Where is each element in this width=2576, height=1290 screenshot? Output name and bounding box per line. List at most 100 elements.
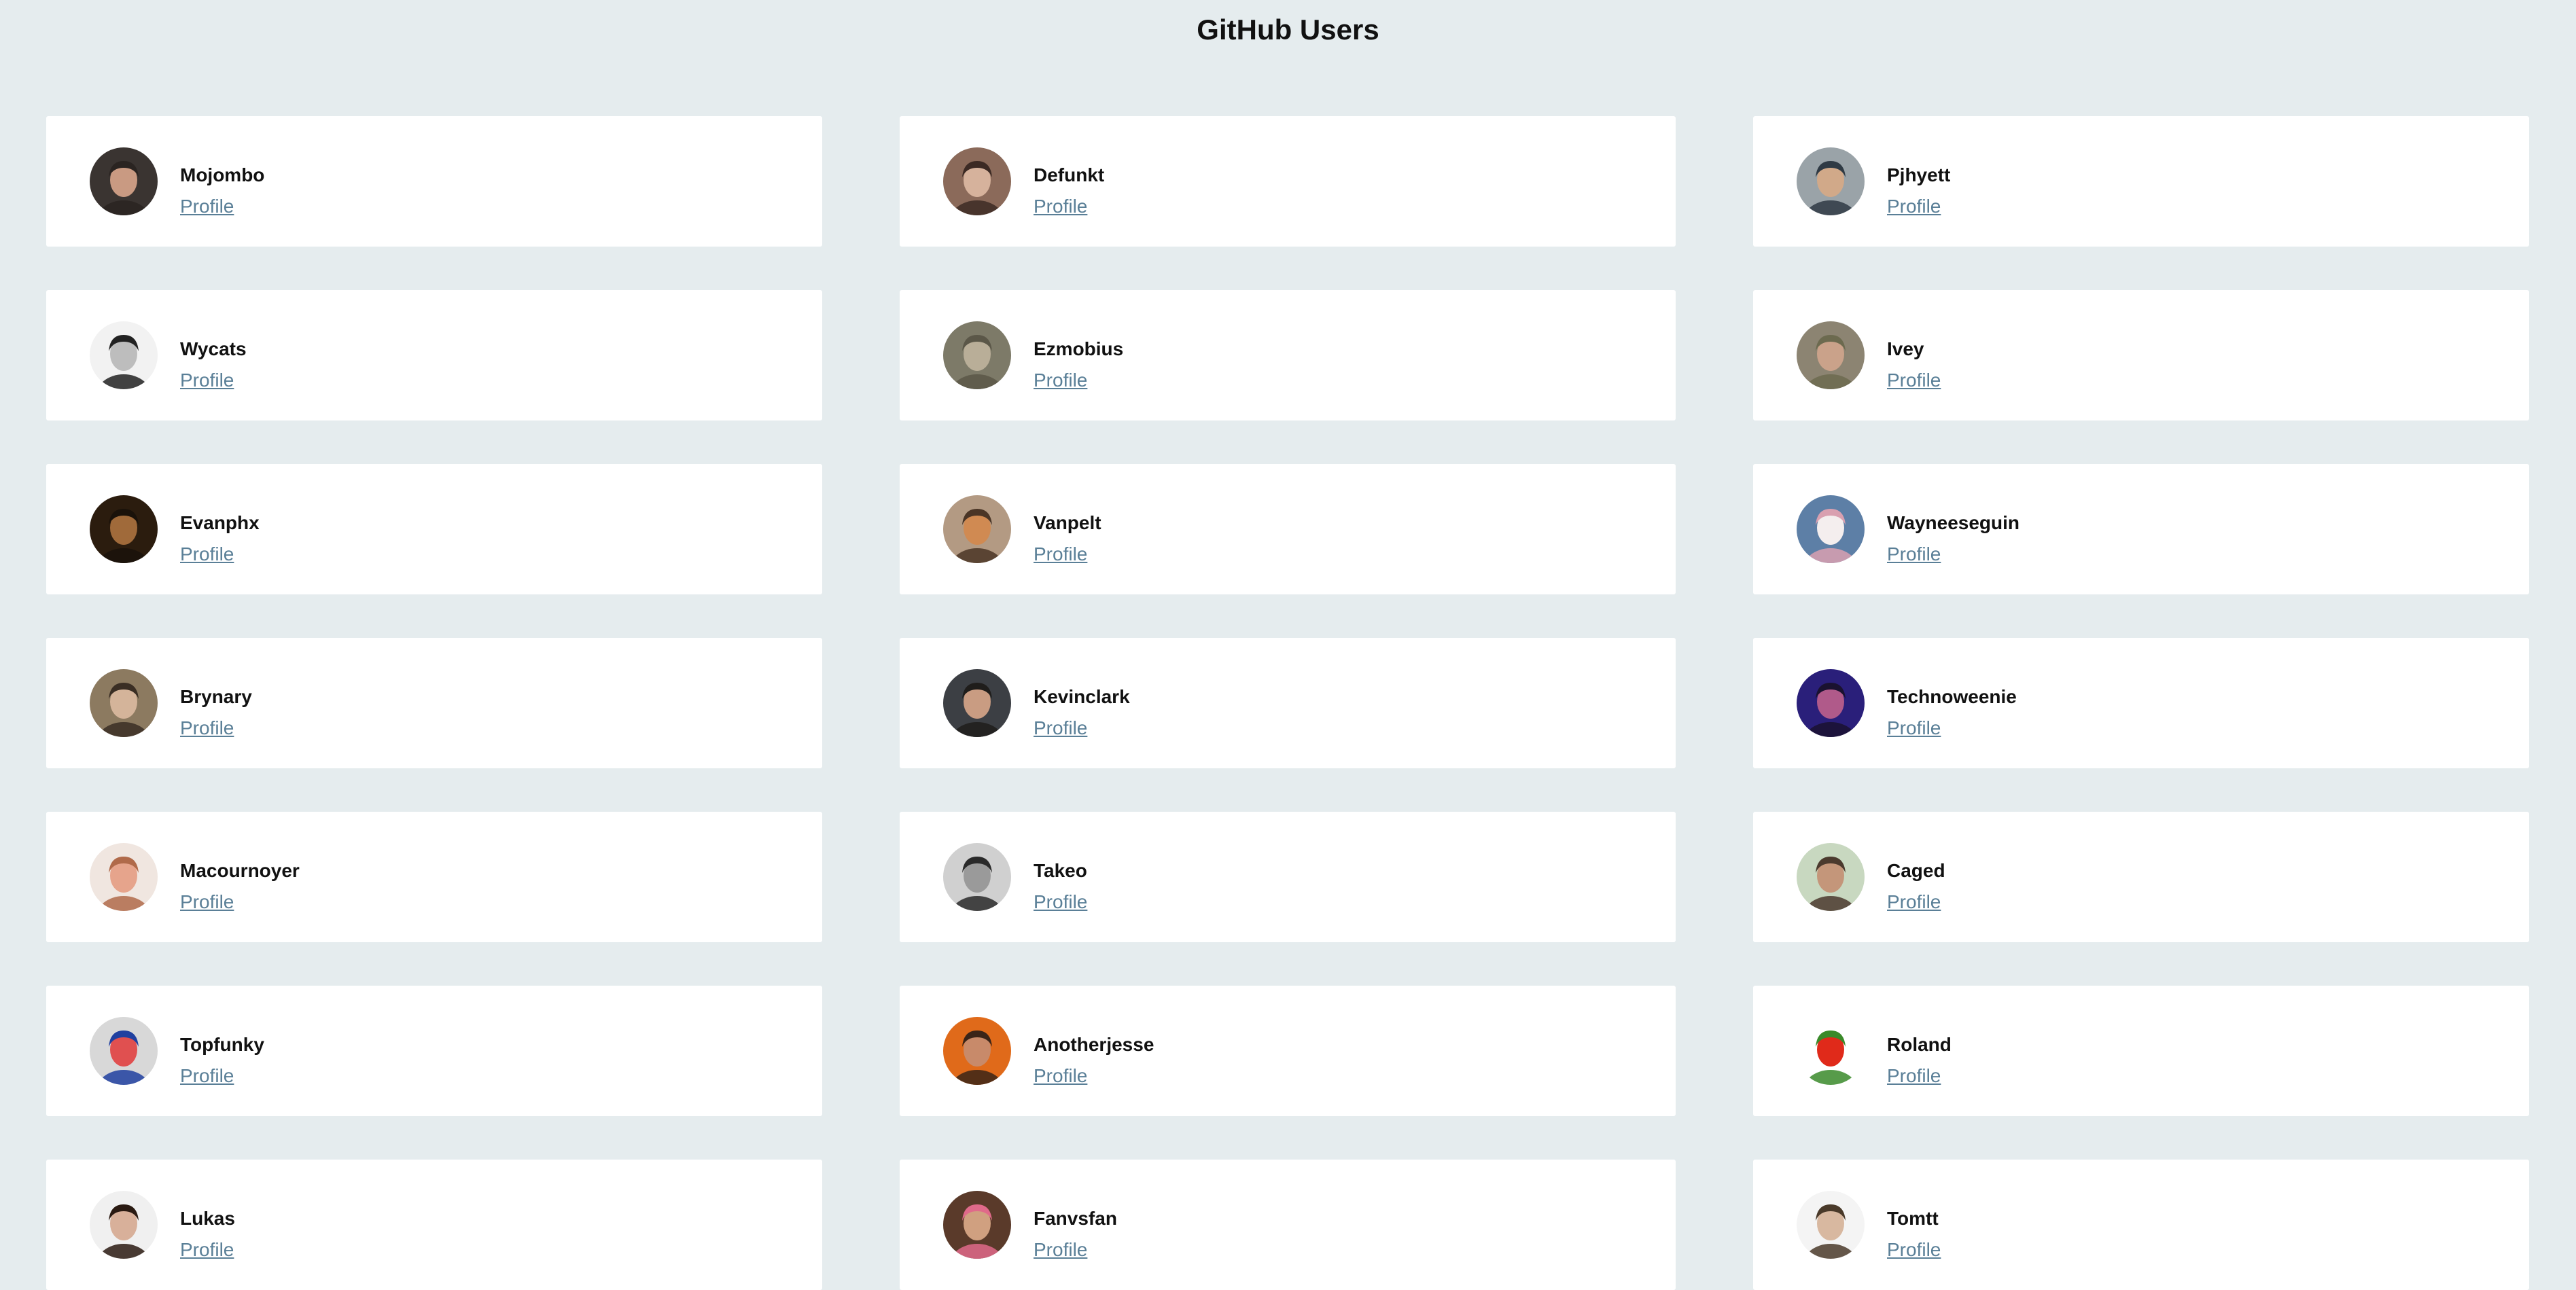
user-card: Wayneeseguin Profile	[1753, 464, 2529, 594]
user-avatar[interactable]	[90, 147, 158, 215]
user-name: Caged	[1887, 860, 1945, 881]
user-avatar[interactable]	[943, 495, 1011, 563]
user-info: Ezmobius Profile	[1034, 338, 1123, 392]
user-name: Pjhyett	[1887, 164, 1951, 185]
user-info: Macournoyer Profile	[180, 859, 300, 914]
profile-link[interactable]: Profile	[180, 369, 247, 392]
user-avatar[interactable]	[1797, 147, 1865, 215]
user-info: Wayneeseguin Profile	[1887, 512, 2019, 566]
user-card: Brynary Profile	[46, 638, 822, 768]
profile-link[interactable]: Profile	[1887, 1238, 1941, 1261]
user-card: Technoweenie Profile	[1753, 638, 2529, 768]
user-info: Takeo Profile	[1034, 859, 1087, 914]
user-info: Tomtt Profile	[1887, 1207, 1941, 1261]
user-avatar[interactable]	[90, 843, 158, 911]
user-name: Technoweenie	[1887, 686, 2017, 707]
user-name: Macournoyer	[180, 860, 300, 881]
user-name: Topfunky	[180, 1034, 264, 1055]
profile-link[interactable]: Profile	[180, 891, 300, 914]
user-name: Roland	[1887, 1034, 1952, 1055]
user-name: Ezmobius	[1034, 338, 1124, 359]
profile-link[interactable]: Profile	[180, 1064, 264, 1088]
user-avatar[interactable]	[1797, 1191, 1865, 1259]
user-name: Evanphx	[180, 512, 260, 533]
user-avatar[interactable]	[1797, 495, 1865, 563]
user-info: Fanvsfan Profile	[1034, 1207, 1117, 1261]
user-info: Defunkt Profile	[1034, 164, 1104, 218]
user-info: Ivey Profile	[1887, 338, 1941, 392]
user-avatar[interactable]	[1797, 843, 1865, 911]
user-info: Vanpelt Profile	[1034, 512, 1101, 566]
user-info: Roland Profile	[1887, 1033, 1952, 1088]
user-avatar[interactable]	[90, 669, 158, 737]
user-name: Kevinclark	[1034, 686, 1130, 707]
page-title: GitHub Users	[1197, 14, 1379, 46]
profile-link[interactable]: Profile	[1887, 369, 1941, 392]
user-name: Tomtt	[1887, 1208, 1939, 1229]
user-name: Brynary	[180, 686, 252, 707]
user-card: Wycats Profile	[46, 290, 822, 420]
user-name: Wayneeseguin	[1887, 512, 2020, 533]
user-card: Mojombo Profile	[46, 116, 822, 247]
profile-link[interactable]: Profile	[1034, 1238, 1117, 1261]
profile-link[interactable]: Profile	[180, 195, 264, 218]
user-card: Kevinclark Profile	[900, 638, 1676, 768]
user-avatar[interactable]	[1797, 321, 1865, 389]
profile-link[interactable]: Profile	[1887, 891, 1945, 914]
profile-link[interactable]: Profile	[180, 1238, 235, 1261]
user-avatar[interactable]	[1797, 1017, 1865, 1085]
user-name: Takeo	[1034, 860, 1087, 881]
user-info: Mojombo Profile	[180, 164, 264, 218]
user-avatar[interactable]	[943, 1017, 1011, 1085]
user-avatar[interactable]	[943, 1191, 1011, 1259]
user-avatar[interactable]	[943, 321, 1011, 389]
user-avatar[interactable]	[943, 147, 1011, 215]
user-card: Evanphx Profile	[46, 464, 822, 594]
user-name: Anotherjesse	[1034, 1034, 1154, 1055]
user-card: Lukas Profile	[46, 1160, 822, 1290]
user-info: Pjhyett Profile	[1887, 164, 1950, 218]
user-info: Wycats Profile	[180, 338, 247, 392]
user-avatar[interactable]	[90, 321, 158, 389]
profile-link[interactable]: Profile	[1887, 1064, 1952, 1088]
profile-link[interactable]: Profile	[1034, 543, 1101, 566]
user-avatar[interactable]	[1797, 669, 1865, 737]
user-card: Caged Profile	[1753, 812, 2529, 942]
profile-link[interactable]: Profile	[1034, 195, 1104, 218]
user-name: Wycats	[180, 338, 247, 359]
user-card: Defunkt Profile	[900, 116, 1676, 247]
user-card: Anotherjesse Profile	[900, 986, 1676, 1116]
user-card: Tomtt Profile	[1753, 1160, 2529, 1290]
user-info: Evanphx Profile	[180, 512, 260, 566]
user-card: Ivey Profile	[1753, 290, 2529, 420]
user-name: Mojombo	[180, 164, 265, 185]
user-card: Fanvsfan Profile	[900, 1160, 1676, 1290]
profile-link[interactable]: Profile	[1887, 717, 2017, 740]
profile-link[interactable]: Profile	[180, 717, 252, 740]
user-name: Ivey	[1887, 338, 1924, 359]
user-card: Macournoyer Profile	[46, 812, 822, 942]
user-avatar[interactable]	[90, 1017, 158, 1085]
user-avatar[interactable]	[943, 843, 1011, 911]
user-card: Takeo Profile	[900, 812, 1676, 942]
user-card: Roland Profile	[1753, 986, 2529, 1116]
user-name: Defunkt	[1034, 164, 1105, 185]
user-card: Vanpelt Profile	[900, 464, 1676, 594]
user-avatar[interactable]	[943, 669, 1011, 737]
profile-link[interactable]: Profile	[1887, 543, 2019, 566]
user-card: Pjhyett Profile	[1753, 116, 2529, 247]
user-info: Anotherjesse Profile	[1034, 1033, 1154, 1088]
user-avatar[interactable]	[90, 1191, 158, 1259]
profile-link[interactable]: Profile	[1887, 195, 1950, 218]
profile-link[interactable]: Profile	[1034, 891, 1087, 914]
user-info: Brynary Profile	[180, 685, 252, 740]
profile-link[interactable]: Profile	[1034, 717, 1130, 740]
user-info: Lukas Profile	[180, 1207, 235, 1261]
profile-link[interactable]: Profile	[1034, 1064, 1154, 1088]
profile-link[interactable]: Profile	[180, 543, 260, 566]
user-name: Vanpelt	[1034, 512, 1101, 533]
user-avatar[interactable]	[90, 495, 158, 563]
user-info: Caged Profile	[1887, 859, 1945, 914]
user-info: Technoweenie Profile	[1887, 685, 2017, 740]
profile-link[interactable]: Profile	[1034, 369, 1123, 392]
